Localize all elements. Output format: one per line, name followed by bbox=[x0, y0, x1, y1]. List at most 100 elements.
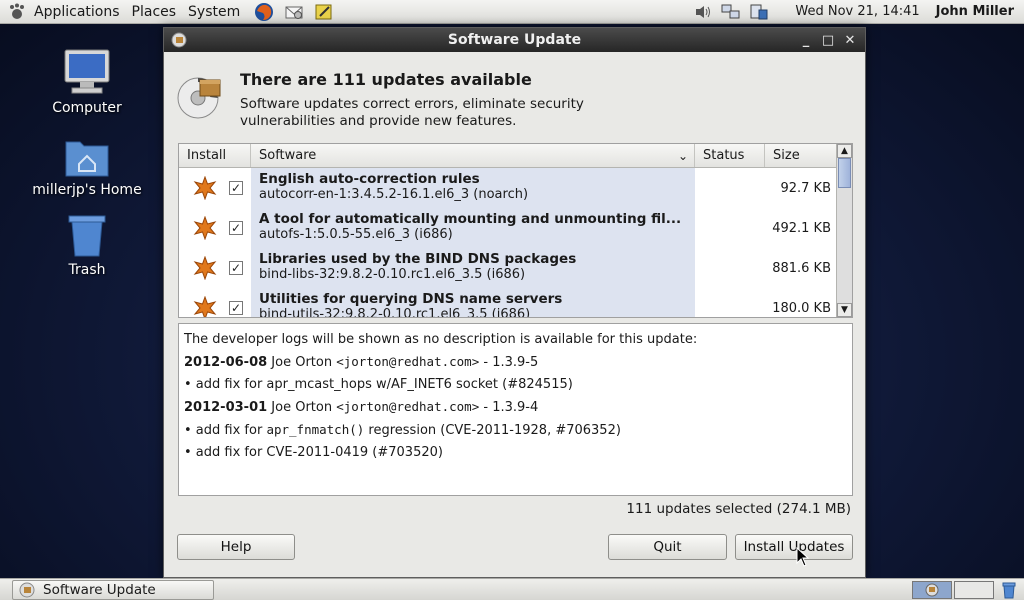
package-status bbox=[695, 248, 765, 288]
trash-icon bbox=[27, 208, 147, 258]
changelog-date: 2012-06-08 bbox=[184, 355, 268, 370]
install-checkbox[interactable]: ✓ bbox=[229, 181, 243, 195]
install-checkbox[interactable]: ✓ bbox=[229, 301, 243, 315]
workspace-2[interactable] bbox=[954, 580, 994, 599]
help-button[interactable]: Help bbox=[177, 534, 295, 560]
scrollbar-thumb[interactable] bbox=[838, 158, 851, 188]
package-row[interactable]: ✓ A tool for automatically mounting and … bbox=[179, 208, 837, 248]
top-panel: Applications Places System Wed Nov 21, 1… bbox=[0, 0, 1024, 24]
changelog-date: 2012-03-01 bbox=[184, 400, 268, 415]
package-status bbox=[695, 208, 765, 248]
package-icon bbox=[170, 31, 188, 49]
changelog-author: Joe Orton bbox=[271, 400, 333, 415]
package-title: Utilities for querying DNS name servers bbox=[259, 291, 563, 307]
taskbar-software-update[interactable]: Software Update bbox=[12, 579, 214, 600]
desktop-icon-computer[interactable]: Computer bbox=[27, 46, 147, 116]
package-title: Libraries used by the BIND DNS packages bbox=[259, 251, 577, 267]
close-button[interactable]: ✕ bbox=[841, 31, 859, 49]
bottom-panel: Software Update bbox=[0, 578, 1024, 600]
package-size: 180.0 KB bbox=[772, 300, 831, 316]
network-icon[interactable] bbox=[719, 1, 743, 23]
package-id: bind-utils-32:9.8.2-0.10.rc1.el6_3.5 (i6… bbox=[259, 307, 531, 318]
desktop-icon-trash[interactable]: Trash bbox=[27, 208, 147, 278]
clock[interactable]: Wed Nov 21, 14:41 bbox=[795, 4, 919, 19]
column-size[interactable]: Size bbox=[765, 144, 837, 167]
package-title: English auto-correction rules bbox=[259, 171, 480, 187]
scroll-down-icon[interactable]: ▼ bbox=[837, 303, 852, 317]
package-icon bbox=[19, 582, 35, 597]
menu-applications[interactable]: Applications bbox=[28, 4, 126, 20]
update-notifier-icon[interactable] bbox=[747, 1, 771, 23]
maximize-button[interactable]: □ bbox=[819, 31, 837, 49]
selection-summary: 111 updates selected (274.1 MB) bbox=[626, 501, 851, 517]
workspace-switcher bbox=[912, 580, 994, 599]
menu-system[interactable]: System bbox=[182, 4, 246, 20]
package-title: A tool for automatically mounting and un… bbox=[259, 211, 682, 227]
quit-button[interactable]: Quit bbox=[608, 534, 727, 560]
mail-icon[interactable] bbox=[282, 1, 306, 23]
changelog-email: <jorton@redhat.com> bbox=[336, 399, 480, 414]
software-update-window: Software Update _ □ ✕ There are 111 upda… bbox=[163, 27, 866, 578]
updates-heading: There are 111 updates available bbox=[240, 70, 532, 89]
desktop-icon-label: Trash bbox=[68, 262, 106, 278]
menu-places[interactable]: Places bbox=[126, 4, 183, 20]
package-row[interactable]: ✓ Utilities for querying DNS name server… bbox=[179, 288, 837, 318]
package-row[interactable]: ✓ Libraries used by the BIND DNS package… bbox=[179, 248, 837, 288]
taskbar-label: Software Update bbox=[43, 581, 156, 598]
scroll-up-icon[interactable]: ▲ bbox=[837, 144, 852, 158]
gnome-foot-icon[interactable] bbox=[6, 1, 28, 23]
desktop-icon-label: millerjp's Home bbox=[32, 182, 142, 198]
changelog-bullet: • add fix for apr_fnmatch() regression (… bbox=[184, 419, 847, 442]
update-star-icon bbox=[193, 256, 217, 280]
package-list-scrollbar[interactable]: ▲ ▼ bbox=[836, 144, 852, 317]
package-list-header: Install Software ⌄ Status Size bbox=[179, 144, 852, 168]
changelog-author: Joe Orton bbox=[271, 355, 333, 370]
install-checkbox[interactable]: ✓ bbox=[229, 221, 243, 235]
column-software-label: Software bbox=[259, 148, 317, 163]
home-folder-icon bbox=[27, 128, 147, 178]
changelog-version: - 1.3.9-5 bbox=[483, 355, 539, 370]
package-row[interactable]: ✓ English auto-correction rules autocorr… bbox=[179, 168, 837, 208]
mouse-pointer-icon bbox=[796, 547, 810, 567]
package-status bbox=[695, 168, 765, 208]
updates-description: Software updates correct errors, elimina… bbox=[240, 96, 584, 129]
column-install[interactable]: Install bbox=[179, 144, 251, 167]
changelog-entry: 2012-03-01 Joe Orton <jorton@redhat.com>… bbox=[184, 396, 847, 419]
changelog-bullet-text: regression (CVE-2011-1928, #706352) bbox=[364, 423, 621, 438]
update-star-icon bbox=[193, 176, 217, 200]
changelog-bullet: • add fix for apr_mcast_hops w/AF_INET6 … bbox=[184, 377, 573, 392]
package-icon bbox=[925, 583, 939, 596]
user-menu[interactable]: John Miller bbox=[936, 4, 1014, 19]
package-size: 881.6 KB bbox=[772, 260, 831, 276]
header-area: There are 111 updates available Software… bbox=[164, 52, 865, 134]
update-details: The developer logs will be shown as no d… bbox=[178, 323, 853, 496]
install-updates-button[interactable]: Install Updates bbox=[735, 534, 853, 560]
column-software[interactable]: Software ⌄ bbox=[251, 144, 695, 167]
changelog-bullet-text: • add fix for bbox=[184, 423, 267, 438]
package-size: 492.1 KB bbox=[772, 220, 831, 236]
note-editor-icon[interactable] bbox=[312, 1, 336, 23]
changelog-email: <jorton@redhat.com> bbox=[336, 354, 480, 369]
changelog-version: - 1.3.9-4 bbox=[483, 400, 539, 415]
desktop-icon-home[interactable]: millerjp's Home bbox=[27, 128, 147, 198]
workspace-1[interactable] bbox=[912, 580, 952, 599]
update-star-icon bbox=[193, 296, 217, 317]
trash-applet-icon[interactable] bbox=[998, 580, 1020, 600]
window-title: Software Update bbox=[447, 32, 582, 48]
changelog-bullet-code: apr_fnmatch() bbox=[266, 422, 365, 437]
minimize-button[interactable]: _ bbox=[797, 31, 815, 49]
package-list[interactable]: Install Software ⌄ Status Size ✓ English… bbox=[178, 143, 853, 318]
changelog-bullet: • add fix for CVE-2011-0419 (#703520) bbox=[184, 445, 443, 460]
computer-icon bbox=[27, 46, 147, 96]
column-status[interactable]: Status bbox=[695, 144, 765, 167]
changelog-entry: 2012-06-08 Joe Orton <jorton@redhat.com>… bbox=[184, 351, 847, 374]
update-star-icon bbox=[193, 216, 217, 240]
volume-icon[interactable] bbox=[691, 1, 715, 23]
window-titlebar[interactable]: Software Update _ □ ✕ bbox=[164, 28, 865, 52]
firefox-icon[interactable] bbox=[252, 1, 276, 23]
details-intro: The developer logs will be shown as no d… bbox=[184, 332, 698, 347]
desktop-icon-label: Computer bbox=[52, 100, 122, 116]
package-id: autofs-1:5.0.5-55.el6_3 (i686) bbox=[259, 227, 453, 242]
package-id: autocorr-en-1:3.4.5.2-16.1.el6_3 (noarch… bbox=[259, 187, 529, 202]
install-checkbox[interactable]: ✓ bbox=[229, 261, 243, 275]
